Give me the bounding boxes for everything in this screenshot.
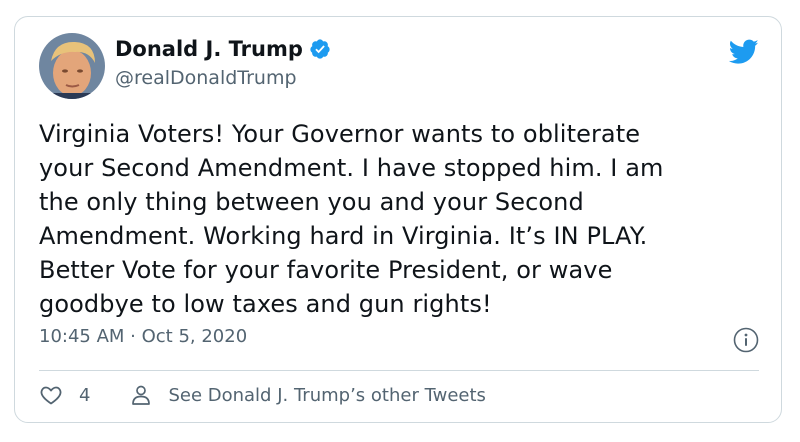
action-bar: 4 See Donald J. Trump’s other Tweets: [39, 383, 486, 407]
author-row: Donald J. Trump: [115, 37, 331, 61]
twitter-bird-icon[interactable]: [729, 39, 759, 65]
avatar[interactable]: [39, 33, 105, 99]
author-name[interactable]: Donald J. Trump: [115, 37, 303, 61]
see-other-tweets-label: See Donald J. Trump’s other Tweets: [168, 384, 486, 406]
tweet-text: Virginia Voters! Your Governor wants to …: [39, 120, 664, 318]
like-button[interactable]: 4: [39, 383, 90, 407]
divider: [39, 370, 759, 371]
verified-badge-icon: [310, 39, 330, 59]
see-other-tweets-link[interactable]: See Donald J. Trump’s other Tweets: [130, 384, 486, 406]
heart-icon: [40, 386, 62, 405]
tweet-card: Donald J. Trump @realDonaldTrump Virgini…: [14, 16, 782, 423]
person-icon: [132, 385, 151, 405]
like-count: 4: [79, 384, 91, 406]
tweet-timestamp[interactable]: 10:45 AM · Oct 5, 2020: [39, 326, 247, 347]
info-icon[interactable]: [733, 327, 759, 353]
author-handle[interactable]: @realDonaldTrump: [115, 67, 297, 89]
